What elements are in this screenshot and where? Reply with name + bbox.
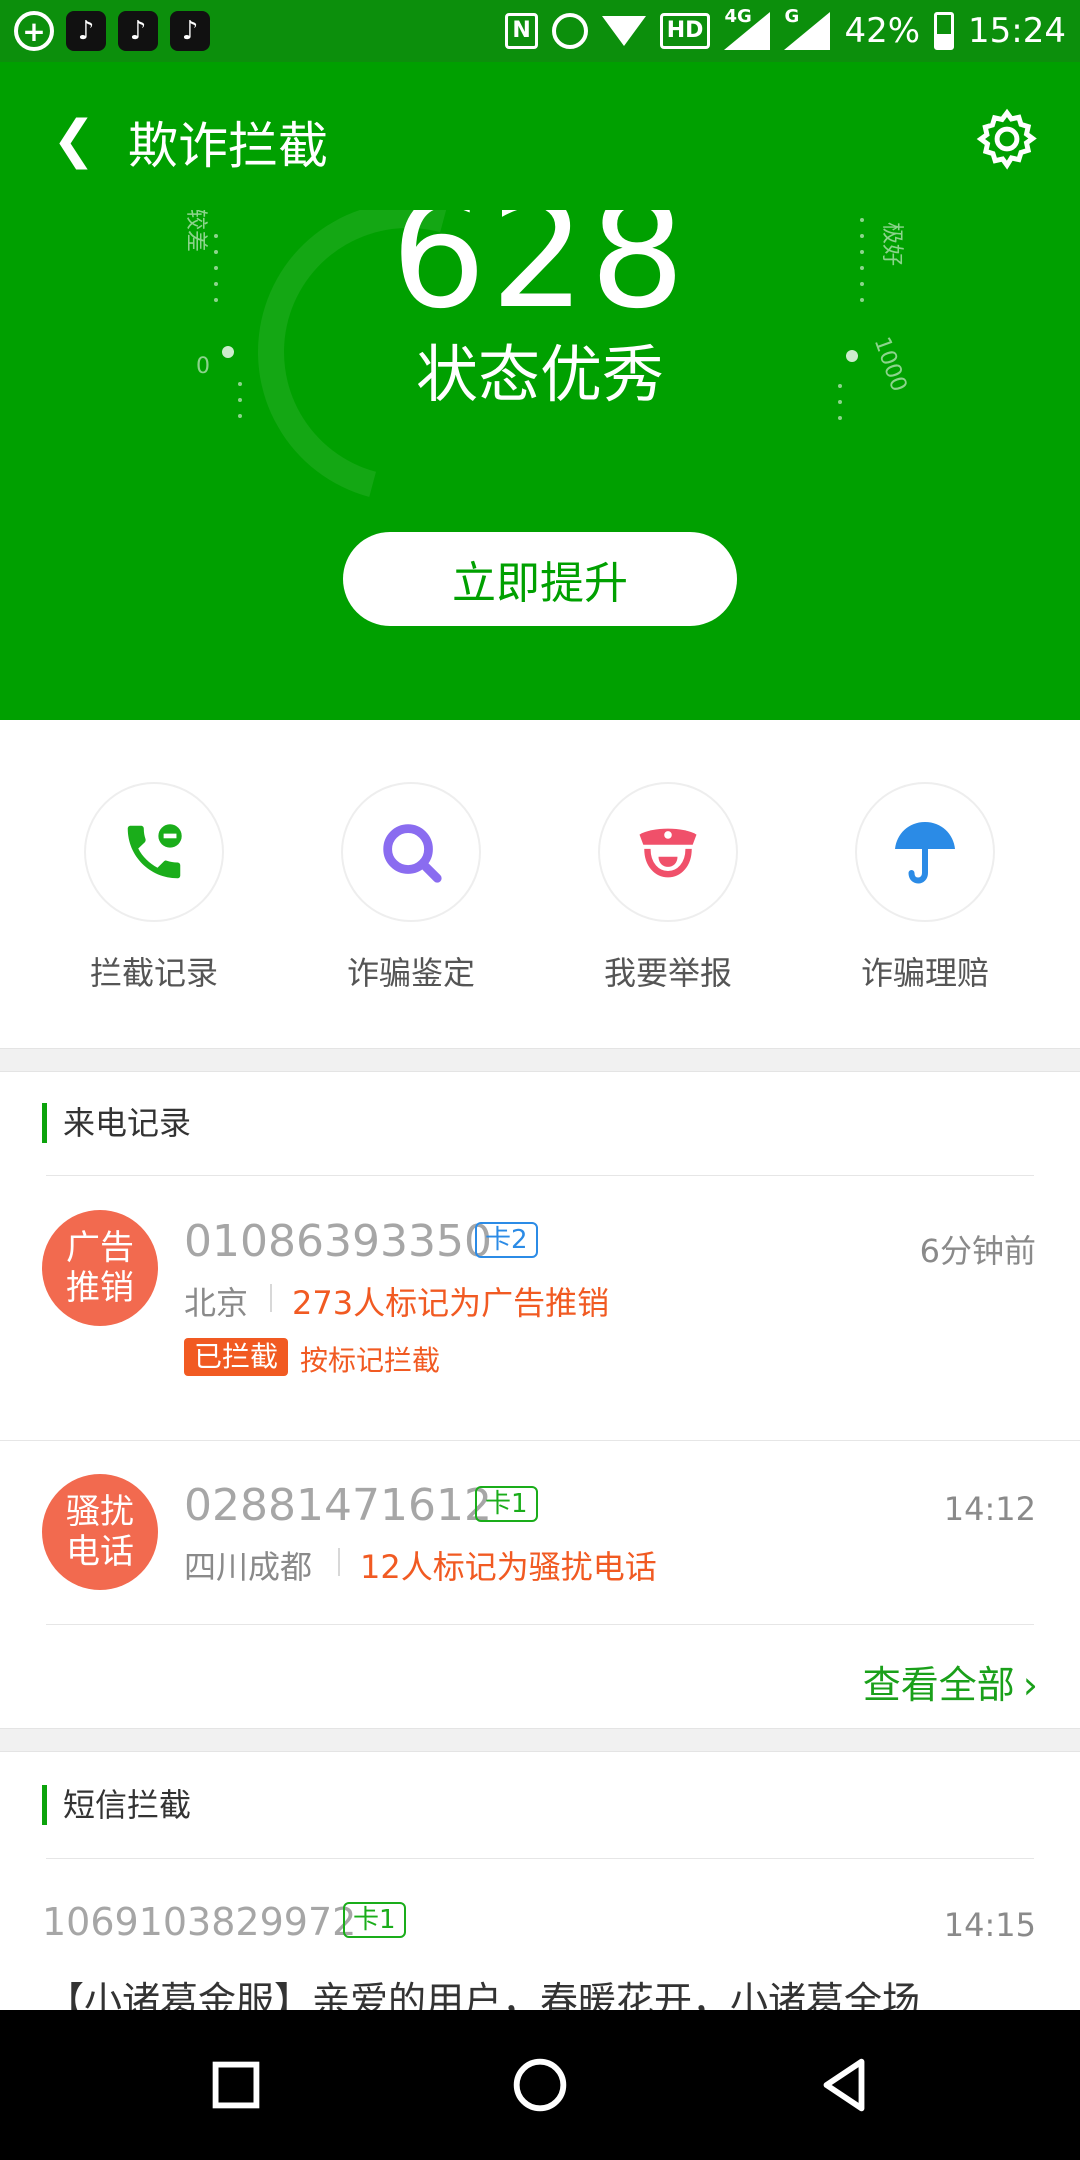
umbrella-icon [855, 782, 995, 922]
tiktok-icon: ♪ [170, 11, 210, 51]
sms-time: 14:15 [943, 1906, 1036, 1944]
blocked-reason: 按标记拦截 [300, 1344, 441, 1377]
wifi-icon [601, 16, 646, 46]
sim-card-tag: 卡2 [475, 1222, 538, 1258]
score-header: 较差 0 极好 1000 628 状态优秀 ❮ 欺诈拦截 立即提升 [0, 62, 1080, 720]
section-divider [0, 1728, 1080, 1752]
call-mark-text: 12人标记为骚扰电话 [360, 1548, 657, 1586]
divider [46, 1858, 1034, 1859]
divider [46, 1624, 1034, 1625]
shortcut-grid: 拦截记录 诈骗鉴定 我要举报 诈骗理赔 [0, 720, 1080, 1048]
call-number: 01086393350 [184, 1216, 492, 1267]
status-bar: + ♪ ♪ ♪ N HD 4G G 42% 15:24 [0, 0, 1080, 62]
shortcut-block-records[interactable]: 拦截记录 [34, 782, 274, 994]
shortcut-label: 诈骗鉴定 [346, 954, 475, 992]
divider [0, 1440, 1080, 1441]
pipe-divider [338, 1548, 340, 1576]
sms-number: 1069103829972 [42, 1900, 357, 1944]
sim-card-tag: 卡1 [343, 1902, 406, 1938]
tiktok-icon: ♪ [118, 11, 158, 51]
recents-icon[interactable] [201, 2050, 271, 2120]
view-all-link[interactable]: 查看全部 › [863, 1654, 1038, 1709]
phone-block-icon [84, 782, 224, 922]
call-avatar-harass: 骚扰 电话 [42, 1474, 158, 1590]
tiktok-icon: ♪ [66, 11, 106, 51]
home-icon[interactable] [505, 2050, 575, 2120]
gear-icon[interactable] [974, 106, 1040, 172]
blocked-badge: 已拦截 [184, 1338, 289, 1376]
call-avatar-ad: 广告 推销 [42, 1210, 158, 1326]
plus-app-icon: + [14, 11, 54, 51]
battery-icon [934, 12, 955, 50]
section-divider [0, 1048, 1080, 1072]
divider [46, 1175, 1034, 1176]
score-status: 状态优秀 [415, 338, 664, 411]
shortcut-label: 我要举报 [603, 954, 732, 992]
battery-percent: 42% [844, 11, 921, 51]
shortcut-label: 拦截记录 [89, 954, 218, 992]
clock: 15:24 [968, 11, 1066, 51]
shortcut-fraud-check[interactable]: 诈骗鉴定 [291, 782, 531, 994]
back-icon[interactable]: ❮ [52, 114, 96, 166]
shortcut-claim[interactable]: 诈骗理赔 [805, 782, 1045, 994]
call-location: 北京 [184, 1284, 249, 1322]
chevron-right-icon: › [1022, 1663, 1038, 1707]
sms-section-title: 短信拦截 [42, 1785, 191, 1825]
police-icon [598, 782, 738, 922]
alarm-icon [551, 13, 588, 49]
call-time: 14:12 [943, 1490, 1036, 1528]
shortcut-report[interactable]: 我要举报 [548, 782, 788, 994]
calls-section-title: 来电记录 [42, 1103, 191, 1143]
boost-button[interactable]: 立即提升 [343, 532, 737, 626]
call-time: 6分钟前 [919, 1232, 1036, 1270]
pipe-divider [270, 1284, 272, 1312]
nfc-icon: N [505, 13, 538, 49]
call-number: 02881471612 [184, 1480, 492, 1531]
signal-g-icon: G [784, 6, 831, 50]
back-nav-icon[interactable] [809, 2050, 879, 2120]
sim-card-tag: 卡1 [475, 1486, 538, 1522]
shortcut-label: 诈骗理赔 [860, 954, 989, 992]
search-icon [341, 782, 481, 922]
system-nav-bar [0, 2010, 1080, 2160]
call-mark-text: 273人标记为广告推销 [292, 1284, 610, 1322]
page-title: 欺诈拦截 [128, 117, 328, 175]
hd-icon: HD [659, 13, 711, 49]
top-app-bar: ❮ 欺诈拦截 [0, 62, 1080, 210]
signal-4g-icon: 4G [724, 6, 771, 50]
call-location: 四川成都 [184, 1548, 313, 1586]
